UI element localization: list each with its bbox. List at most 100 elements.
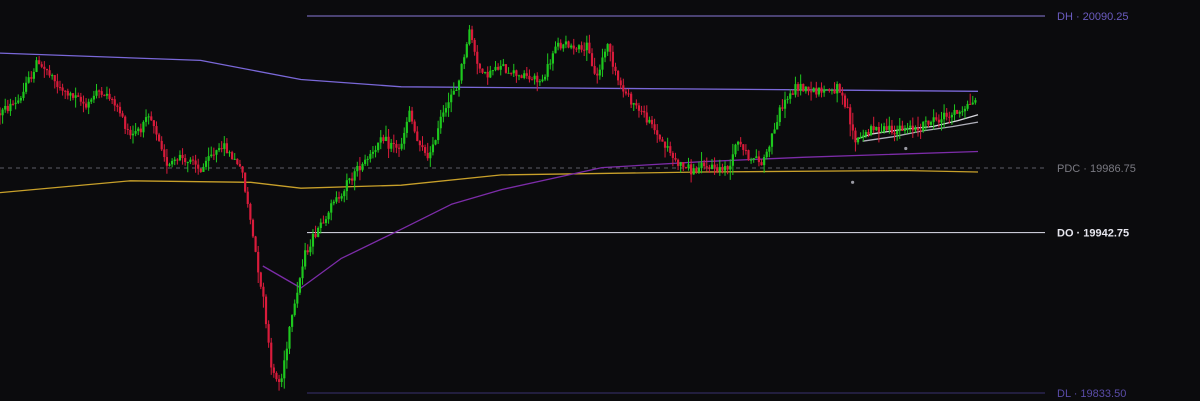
candle-body (674, 157, 677, 160)
candle (851, 112, 854, 140)
candle (280, 373, 283, 388)
candle-body (804, 86, 807, 92)
candle-body (150, 116, 153, 121)
candle-body (903, 129, 907, 131)
candle-body (51, 75, 54, 77)
candle-body (387, 136, 390, 149)
candle-body (632, 103, 635, 105)
candle (337, 191, 341, 203)
candle (53, 74, 56, 89)
candle-body (885, 126, 888, 130)
candle (343, 189, 346, 203)
candle-body (105, 93, 109, 96)
candle (817, 87, 821, 97)
candle (478, 62, 481, 73)
candle (924, 116, 927, 131)
candle-body (264, 296, 268, 325)
candle-body (875, 126, 878, 130)
candle-body (246, 191, 249, 204)
candle-body (103, 94, 106, 96)
candle (846, 98, 849, 109)
candle (74, 87, 77, 108)
candle (262, 282, 265, 308)
candle (619, 77, 622, 90)
candle (961, 106, 964, 116)
candle (426, 142, 429, 161)
candle (210, 146, 213, 158)
candle (470, 25, 474, 43)
candle (403, 127, 406, 150)
candle (828, 88, 831, 93)
candle (111, 97, 114, 105)
candle (750, 157, 753, 164)
candle-body (470, 29, 474, 40)
candle-body (277, 379, 281, 382)
candle-body (38, 60, 41, 65)
candle (189, 157, 192, 165)
candle (285, 341, 288, 369)
candle (823, 85, 826, 97)
candle (836, 81, 839, 103)
candle-body (627, 93, 630, 95)
candle (590, 48, 594, 67)
candle-body (410, 110, 414, 122)
candle (348, 177, 351, 184)
candle-body (937, 119, 940, 123)
candle-body (598, 69, 601, 76)
candle-body (139, 128, 142, 133)
candle (100, 86, 103, 98)
candle (270, 337, 273, 375)
price-chart[interactable]: DH · 20090.25 PDC · 19986.75 DO · 19942.75… (0, 0, 1200, 401)
level-label-dh: DH · 20090.25 (1057, 11, 1129, 23)
chart-canvas[interactable]: DH · 20090.25 PDC · 19986.75 DO · 19942.75… (0, 0, 1200, 401)
candle-body (369, 153, 372, 159)
candle-body (137, 128, 140, 131)
candle (178, 150, 182, 162)
candle-body (812, 87, 815, 93)
candle-body (314, 233, 317, 237)
candle (533, 73, 536, 85)
candle (520, 74, 523, 79)
candle (61, 83, 64, 96)
candle (66, 88, 69, 100)
candle-body (653, 124, 656, 131)
candle (640, 105, 643, 115)
candle (849, 104, 852, 137)
candle-body (319, 222, 322, 228)
candle-body (564, 41, 568, 45)
candle-body (121, 113, 124, 117)
candle (79, 92, 82, 106)
candle (515, 69, 518, 83)
candle-body (356, 165, 359, 172)
candle-body (661, 139, 664, 142)
candle (969, 93, 972, 105)
candle (554, 41, 557, 54)
candle (812, 87, 815, 93)
candle-body (207, 156, 210, 161)
candle (335, 191, 338, 204)
candle (643, 105, 646, 118)
moving-averages-layer (0, 52, 979, 289)
candle-body (703, 162, 706, 167)
candle-body (676, 159, 680, 166)
candle (387, 128, 390, 159)
candle-body (567, 41, 570, 48)
candle (257, 246, 260, 284)
candle-body (371, 151, 375, 154)
candle-body (212, 154, 215, 156)
candle-body (898, 125, 901, 131)
candle (165, 148, 169, 174)
candle-body (397, 147, 401, 149)
candle (6, 99, 9, 114)
candle (541, 74, 544, 83)
candle-body (901, 125, 904, 131)
candle (215, 149, 218, 163)
candle (103, 94, 106, 97)
candle-body (116, 105, 119, 107)
candle-body (35, 60, 38, 72)
candle (499, 60, 502, 76)
candle-body (515, 70, 518, 76)
candle-body (465, 44, 468, 58)
candle-body (883, 126, 886, 132)
candle (290, 314, 294, 333)
